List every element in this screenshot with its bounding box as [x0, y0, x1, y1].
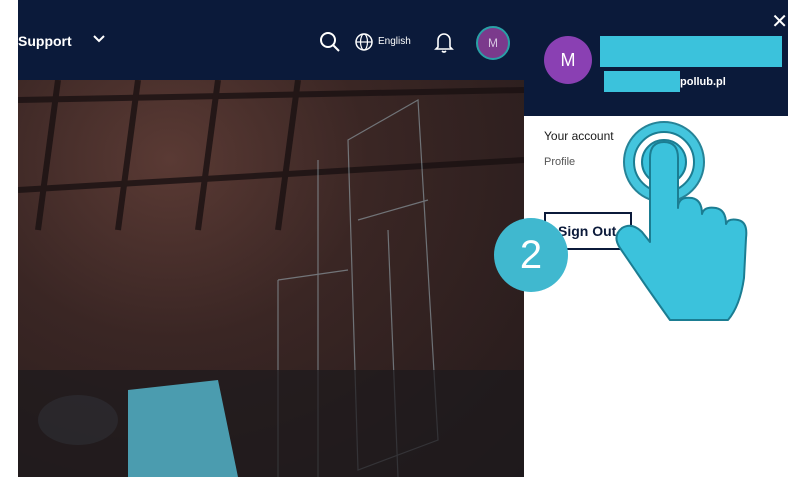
top-navigation: Support English M — [18, 0, 524, 80]
globe-icon[interactable] — [354, 32, 374, 52]
search-icon[interactable] — [318, 30, 342, 54]
step-number-badge: 2 — [494, 218, 568, 292]
redacted-email — [604, 71, 680, 92]
profile-link[interactable]: Profile — [544, 156, 575, 168]
language-selector[interactable]: English — [378, 36, 411, 47]
site-view: Support English M — [18, 0, 524, 477]
avatar[interactable]: M — [476, 26, 510, 60]
account-header: ✕ M pollub.pl — [524, 0, 788, 116]
bell-icon[interactable] — [434, 31, 454, 53]
hero-video — [18, 80, 524, 477]
chevron-down-icon[interactable] — [92, 32, 106, 49]
nav-menu-support[interactable]: Support — [18, 33, 72, 49]
redacted-name — [600, 36, 782, 67]
avatar: M — [544, 36, 592, 84]
tap-hand-icon — [615, 121, 748, 321]
email-domain: pollub.pl — [680, 76, 726, 88]
close-icon[interactable]: ✕ — [771, 12, 788, 32]
